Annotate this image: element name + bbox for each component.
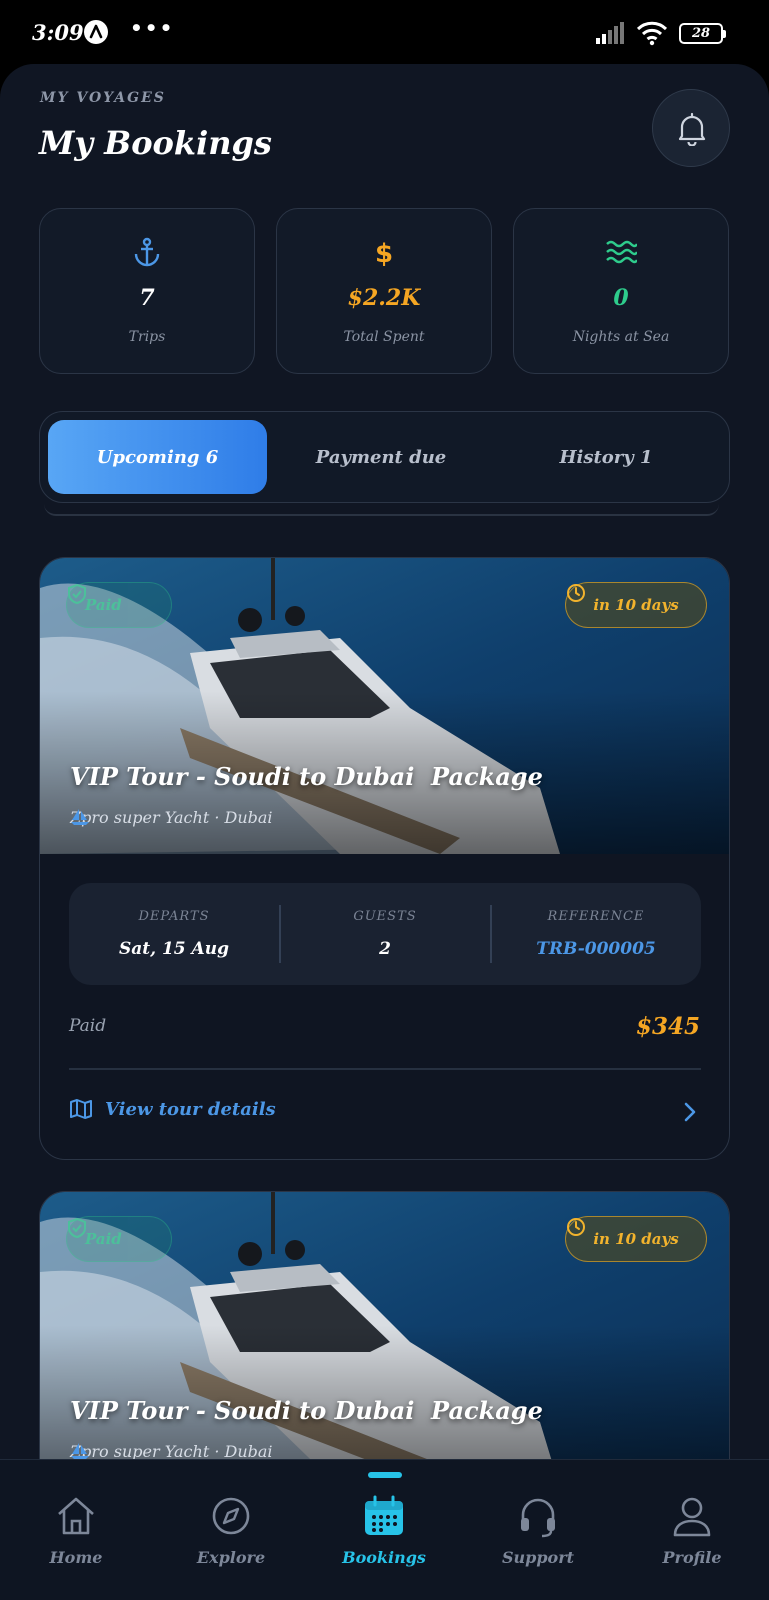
tour-subtitle: Zpro super Yacht · Dubai [70, 808, 273, 827]
paid-status-badge: Paid [66, 582, 172, 628]
map-icon [70, 1099, 92, 1119]
clock-icon [567, 584, 585, 602]
reference-value[interactable]: TRB-000005 [491, 939, 701, 959]
booking-card[interactable]: Paid in 10 days VIP Tour - Soudi to Duba… [39, 557, 730, 1160]
booking-info-panel: DEPARTS Sat, 15 Aug GUESTS 2 REFERENCE T… [69, 883, 701, 985]
reference-label: REFERENCE [547, 909, 645, 924]
stat-value-total-spent: $2.2K [347, 285, 421, 311]
active-tab-indicator [368, 1472, 402, 1478]
tour-vessel-location: Zpro super Yacht · Dubai [70, 808, 273, 827]
payment-amount: $345 [635, 1013, 700, 1040]
page-title: My Bookings [39, 124, 272, 162]
notifications-button[interactable] [652, 89, 730, 167]
battery-level: 28 [691, 26, 711, 41]
svg-text:$: $ [375, 239, 393, 267]
sailboat-icon [71, 1443, 89, 1459]
waves-icon [606, 240, 637, 264]
app-indicator-icon [84, 20, 108, 44]
tab-payment-due[interactable]: Payment due [276, 420, 486, 494]
departs-value: Sat, 15 Aug [119, 939, 229, 959]
more-notifications-icon: ••• [130, 16, 175, 40]
nav-item-bookings[interactable]: Bookings [324, 1460, 444, 1600]
calendar-icon [365, 1495, 403, 1535]
departs-label: DEPARTS [138, 909, 210, 924]
stat-value-trips: 7 [139, 285, 155, 311]
user-icon [673, 1497, 711, 1537]
nav-label-profile: Profile [662, 1548, 722, 1567]
departs-info: DEPARTS Sat, 15 Aug [69, 883, 279, 985]
stat-label-trips: Trips [128, 329, 166, 345]
stat-card-nights-at-sea: 0 Nights at Sea [513, 208, 729, 374]
view-tour-details-label: View tour details [105, 1098, 276, 1120]
headset-icon [521, 1498, 555, 1538]
sailboat-icon [71, 809, 89, 825]
signal-icon [596, 22, 624, 44]
battery-icon: 28 [679, 23, 726, 44]
card-divider [69, 1068, 701, 1070]
status-bar: 3:09 ••• 28 [0, 0, 769, 66]
paid-status-label: Paid [85, 1230, 122, 1248]
anchor-icon [134, 237, 160, 267]
nav-item-profile[interactable]: Profile [632, 1460, 752, 1600]
nav-item-support[interactable]: Support [478, 1460, 598, 1600]
bell-icon [678, 112, 706, 146]
bottom-navigation: Home Explore Bookings Support Profile [0, 1459, 769, 1600]
countdown-badge: in 10 days [565, 1216, 707, 1262]
compass-icon [212, 1497, 250, 1535]
stat-card-total-spent: $ $2.2K Total Spent [276, 208, 492, 374]
nav-item-home[interactable]: Home [16, 1460, 136, 1600]
shield-check-icon [68, 583, 86, 605]
stat-value-nights-at-sea: 0 [613, 285, 629, 311]
stat-label-total-spent: Total Spent [343, 329, 425, 345]
nav-label-explore: Explore [196, 1548, 266, 1567]
home-icon [58, 1497, 94, 1535]
status-time: 3:09 [32, 20, 84, 45]
tour-hero-image: Paid in 10 days VIP Tour - Soudi to Duba… [40, 1192, 729, 1488]
reference-info: REFERENCE TRB-000005 [491, 883, 701, 985]
chevron-right-icon[interactable] [683, 1101, 697, 1123]
booking-tabs: Upcoming 6 Payment due History 1 [39, 411, 730, 503]
tour-title: VIP Tour - Soudi to Dubai Package [70, 1396, 543, 1425]
view-tour-details-link[interactable]: View tour details [69, 1098, 276, 1120]
wifi-icon [636, 21, 668, 46]
shield-check-icon [68, 1217, 86, 1239]
paid-status-badge: Paid [66, 1216, 172, 1262]
dollar-icon: $ [375, 239, 393, 267]
nav-label-home: Home [49, 1548, 103, 1567]
guests-info: GUESTS 2 [280, 883, 490, 985]
tabs-shadow-divider [44, 504, 719, 516]
clock-icon [567, 1218, 585, 1236]
paid-status-label: Paid [85, 596, 122, 614]
stat-card-trips: 7 Trips [39, 208, 255, 374]
tab-upcoming[interactable]: Upcoming 6 [48, 420, 267, 494]
guests-value: 2 [379, 939, 391, 959]
nav-label-support: Support [501, 1548, 575, 1567]
countdown-badge: in 10 days [565, 582, 707, 628]
tab-history[interactable]: History 1 [496, 420, 716, 494]
countdown-label: in 10 days [593, 596, 679, 614]
tour-hero-image: Paid in 10 days VIP Tour - Soudi to Duba… [40, 558, 729, 854]
nav-item-explore[interactable]: Explore [171, 1460, 291, 1600]
payment-status-label: Paid [69, 1016, 107, 1036]
app-screen: MY VOYAGES My Bookings 7 Trips $ $2.2K T… [0, 64, 769, 1600]
stat-label-nights-at-sea: Nights at Sea [572, 329, 670, 345]
guests-label: GUESTS [353, 909, 417, 924]
header-eyebrow: MY VOYAGES [40, 90, 166, 106]
nav-label-bookings: Bookings [342, 1548, 426, 1567]
tour-title: VIP Tour - Soudi to Dubai Package [70, 762, 543, 791]
countdown-label: in 10 days [593, 1230, 679, 1248]
